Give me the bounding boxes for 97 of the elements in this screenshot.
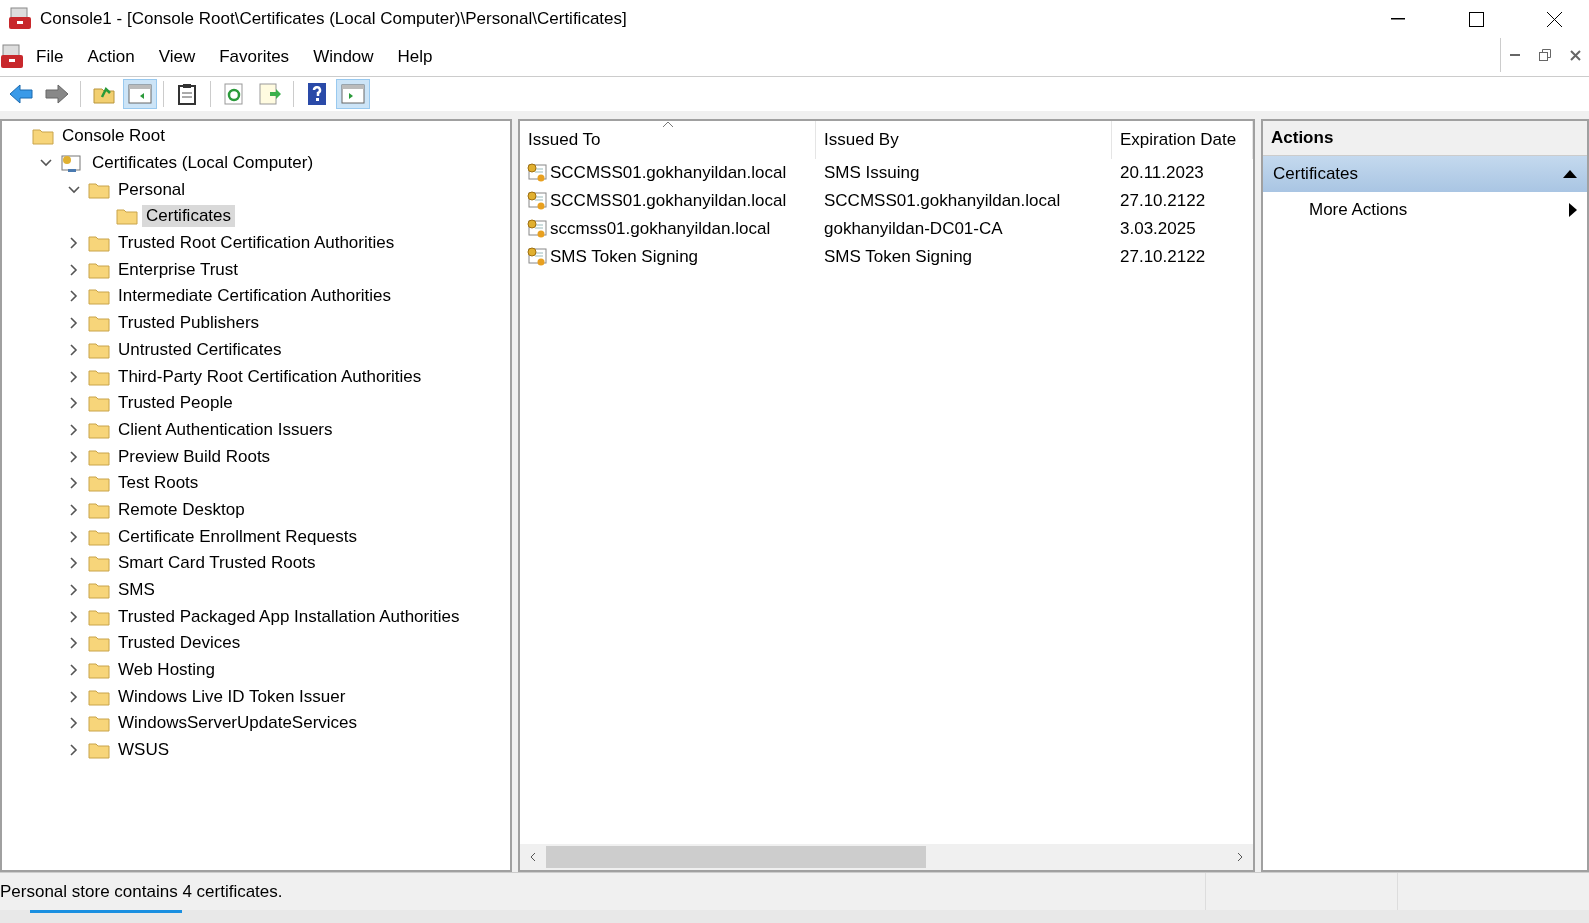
action-pane-icon: [341, 83, 365, 105]
tree-item[interactable]: Intermediate Certification Authorities: [114, 285, 396, 308]
restore-icon: [1539, 49, 1551, 61]
folder-icon: [88, 367, 110, 386]
certificate-icon: [526, 162, 548, 184]
tree-item[interactable]: Third-Party Root Certification Authorities: [114, 365, 426, 388]
folder-icon: [88, 234, 110, 253]
window-title: Console1 - [Console Root\Certificates (Local Computer)\Personal\Certificates]: [40, 9, 628, 29]
forward-arrow-icon: [44, 83, 70, 105]
tree-item[interactable]: Personal: [114, 178, 190, 201]
folder-icon: [88, 741, 110, 760]
table-cell: SMS Token Signing: [824, 247, 973, 267]
tree-item[interactable]: Console Root: [58, 125, 169, 148]
tree-item[interactable]: Preview Build Roots: [114, 445, 275, 468]
tree-item[interactable]: SMS: [114, 579, 159, 602]
table-cell: 3.03.2025: [1120, 219, 1196, 239]
section-title: Certificates: [1273, 164, 1359, 184]
tree-item[interactable]: Trusted People: [114, 392, 237, 415]
certificate-icon: [526, 190, 548, 212]
folder-icon: [88, 634, 110, 653]
sort-ascending-icon: [662, 121, 674, 128]
tree-item[interactable]: Remote Desktop: [114, 498, 249, 521]
folder-icon: [88, 607, 110, 626]
horizontal-scrollbar[interactable]: [520, 844, 1253, 870]
folder-icon: [88, 474, 110, 493]
menu-item[interactable]: Action: [75, 47, 147, 67]
table-cell: gokhanyildan-DC01-CA: [824, 219, 1003, 239]
close-icon: [1569, 49, 1581, 61]
folder-icon: [116, 207, 138, 226]
table-cell: SMS Issuing: [824, 163, 920, 183]
tree-item[interactable]: Smart Card Trusted Roots: [114, 552, 320, 575]
triangle-right-icon: [1569, 203, 1577, 217]
scroll-right-icon[interactable]: [1236, 852, 1244, 862]
back-arrow-icon: [8, 83, 34, 105]
folder-icon: [88, 394, 110, 413]
scroll-left-icon[interactable]: [529, 852, 537, 862]
minimize-icon: [1391, 18, 1405, 20]
tree-item[interactable]: Certificates: [142, 205, 236, 228]
folder-icon: [88, 554, 110, 573]
certificate-store-icon: [60, 152, 84, 175]
close-icon: [1546, 11, 1562, 27]
table-cell: SMS Token Signing: [550, 247, 699, 267]
folder-icon: [88, 661, 110, 680]
status-text: Personal store contains 4 certificates.: [0, 881, 284, 902]
tree-item[interactable]: Certificate Enrollment Requests: [114, 525, 362, 548]
certificate-icon: [526, 246, 548, 268]
menu-item[interactable]: Window: [301, 47, 386, 67]
folder-icon: [88, 500, 110, 519]
minimize-icon: [1510, 53, 1520, 57]
tree-item[interactable]: Enterprise Trust: [114, 258, 242, 281]
toolbox-icon: [8, 7, 32, 31]
menu-item[interactable]: View: [146, 47, 208, 67]
tree-item[interactable]: WSUS: [114, 739, 173, 762]
tree-item[interactable]: Untrusted Certificates: [114, 338, 286, 361]
folder-icon: [88, 340, 110, 359]
tree-item[interactable]: WindowsServerUpdateServices: [114, 712, 362, 735]
table-cell: sccmss01.gokhanyildan.local: [550, 219, 771, 239]
tree-item[interactable]: Test Roots: [114, 472, 203, 495]
table-cell: SCCMSS01.gokhanyildan.local: [824, 191, 1061, 211]
folder-icon: [88, 527, 110, 546]
table-cell: 27.10.2122: [1120, 191, 1206, 211]
menu-item[interactable]: Favorites: [207, 47, 302, 67]
menu-item[interactable]: Help: [385, 47, 445, 67]
folder-icon: [88, 714, 110, 733]
refresh-icon: [223, 83, 245, 105]
tree-item[interactable]: Client Authentication Issuers: [114, 418, 337, 441]
folder-icon: [88, 687, 110, 706]
tree-pane-icon: [128, 83, 152, 105]
tree-item[interactable]: Trusted Publishers: [114, 312, 264, 335]
maximize-icon: [1468, 11, 1484, 27]
export-list-icon: [258, 83, 282, 105]
table-cell: 27.10.2122: [1120, 247, 1206, 267]
table-cell: SCCMSS01.gokhanyildan.local: [550, 191, 787, 211]
help-icon: [306, 82, 328, 106]
folder-icon: [88, 314, 110, 333]
folder-icon: [88, 260, 110, 279]
folder-icon: [88, 581, 110, 600]
table-cell: SCCMSS01.gokhanyildan.local: [550, 163, 787, 183]
certificate-icon: [526, 218, 548, 240]
folder-icon: [88, 447, 110, 466]
clipboard-icon: [177, 83, 197, 105]
actions-header: Actions: [1263, 121, 1587, 156]
tree-item[interactable]: Trusted Packaged App Installation Authorities: [114, 605, 464, 628]
tree-item[interactable]: Trusted Root Certification Authorities: [114, 232, 399, 255]
menu-item[interactable]: File: [24, 47, 76, 67]
folder-icon: [88, 420, 110, 439]
triangle-up-icon[interactable]: [1563, 170, 1577, 178]
tree-item[interactable]: Web Hosting: [114, 659, 219, 682]
folder-icon: [88, 287, 110, 306]
table-cell: 20.11.2023: [1120, 163, 1204, 183]
folder-icon: [88, 180, 110, 199]
tree-item[interactable]: Certificates (Local Computer): [88, 152, 318, 175]
actions-section[interactable]: Certificates: [1263, 156, 1587, 192]
tree-item[interactable]: Windows Live ID Token Issuer: [114, 685, 350, 708]
action-item[interactable]: More Actions: [1309, 200, 1408, 220]
tree-item[interactable]: Trusted Devices: [114, 632, 245, 655]
folder-icon: [32, 127, 54, 146]
